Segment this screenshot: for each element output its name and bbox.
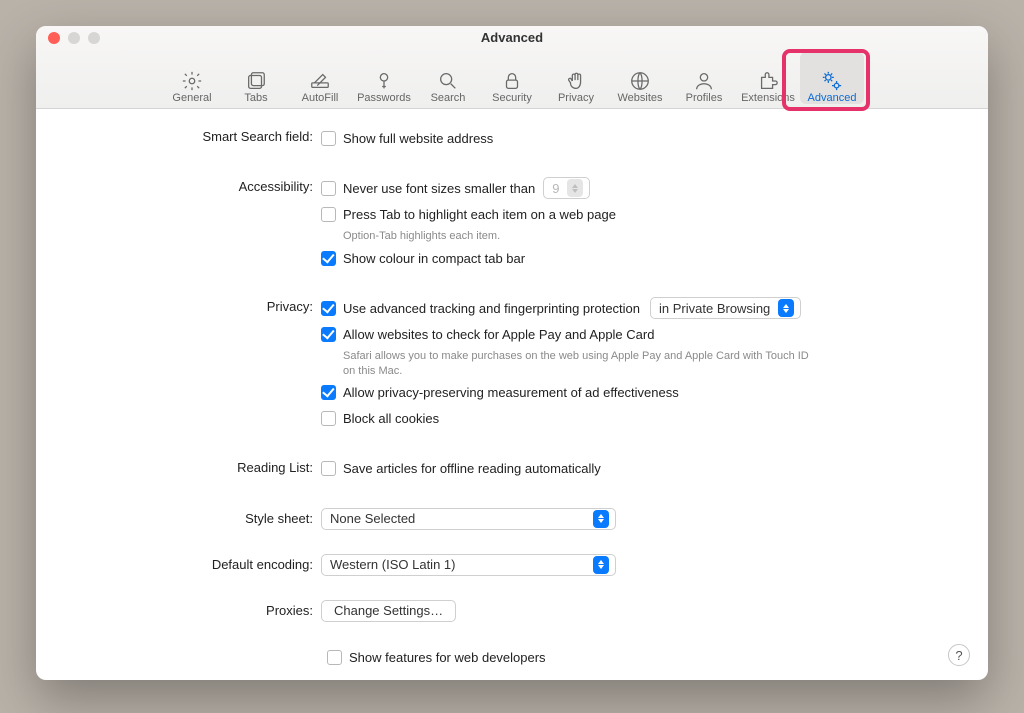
tab-security[interactable]: Security	[480, 52, 544, 104]
lock-icon	[501, 70, 523, 92]
proxies-button[interactable]: Change Settings…	[321, 600, 456, 622]
tab-privacy[interactable]: Privacy	[544, 52, 608, 104]
prefs-toolbar: General Tabs AutoFill Passwords Search S…	[36, 50, 988, 108]
globe-icon	[629, 70, 651, 92]
show-full-url-text: Show full website address	[343, 131, 493, 146]
window-header: Advanced General Tabs AutoFill Passwords	[36, 26, 988, 109]
min-font-select[interactable]: 9	[543, 177, 590, 199]
puzzle-icon	[757, 70, 779, 92]
press-tab-text: Press Tab to highlight each item on a we…	[343, 207, 616, 222]
chevron-updown-icon	[593, 510, 609, 528]
tab-websites[interactable]: Websites	[608, 52, 672, 104]
save-offline-text: Save articles for offline reading automa…	[343, 461, 601, 476]
stylesheet-label: Style sheet:	[66, 511, 321, 526]
window-title: Advanced	[36, 30, 988, 45]
tab-tabs[interactable]: Tabs	[224, 52, 288, 104]
apple-pay-checkbox[interactable]	[321, 327, 336, 342]
hand-icon	[565, 70, 587, 92]
accessibility-label: Accessibility:	[66, 177, 321, 194]
stylesheet-select[interactable]: None Selected	[321, 508, 616, 530]
measurement-checkbox[interactable]	[321, 385, 336, 400]
block-cookies-checkbox[interactable]	[321, 411, 336, 426]
measurement-text: Allow privacy-preserving measurement of …	[343, 385, 679, 400]
gears-icon	[821, 70, 843, 92]
privacy-label: Privacy:	[66, 297, 321, 314]
press-tab-hint: Option-Tab highlights each item.	[343, 229, 823, 243]
proxies-label: Proxies:	[66, 603, 321, 618]
tracking-scope-select[interactable]: in Private Browsing	[650, 297, 801, 319]
min-font-checkbox[interactable]	[321, 181, 336, 196]
smart-search-label: Smart Search field:	[66, 127, 321, 144]
chevron-updown-icon	[778, 299, 794, 317]
tab-advanced[interactable]: Advanced	[800, 52, 864, 104]
min-font-text: Never use font sizes smaller than	[343, 181, 535, 196]
preferences-window: Advanced General Tabs AutoFill Passwords	[36, 26, 988, 680]
press-tab-checkbox[interactable]	[321, 207, 336, 222]
chevron-updown-icon	[593, 556, 609, 574]
tracking-checkbox[interactable]	[321, 301, 336, 316]
help-button[interactable]: ?	[948, 644, 970, 666]
encoding-select[interactable]: Western (ISO Latin 1)	[321, 554, 616, 576]
pencil-icon	[309, 70, 331, 92]
tab-autofill[interactable]: AutoFill	[288, 52, 352, 104]
show-dev-features-checkbox[interactable]	[327, 650, 342, 665]
tabs-icon	[245, 70, 267, 92]
tab-passwords[interactable]: Passwords	[352, 52, 416, 104]
apple-pay-hint: Safari allows you to make purchases on t…	[343, 349, 823, 378]
tracking-text: Use advanced tracking and fingerprinting…	[343, 301, 640, 316]
person-icon	[693, 70, 715, 92]
encoding-label: Default encoding:	[66, 557, 321, 572]
content-area: Smart Search field: Show full website ad…	[36, 109, 988, 680]
search-icon	[437, 70, 459, 92]
reading-list-label: Reading List:	[66, 458, 321, 475]
chevron-updown-icon	[567, 179, 583, 197]
show-full-url-checkbox[interactable]	[321, 131, 336, 146]
show-colour-text: Show colour in compact tab bar	[343, 251, 525, 266]
show-dev-features-text: Show features for web developers	[349, 650, 546, 665]
tab-profiles[interactable]: Profiles	[672, 52, 736, 104]
tab-search[interactable]: Search	[416, 52, 480, 104]
gear-icon	[181, 70, 203, 92]
show-colour-checkbox[interactable]	[321, 251, 336, 266]
tab-general[interactable]: General	[160, 52, 224, 104]
block-cookies-text: Block all cookies	[343, 411, 439, 426]
titlebar: Advanced	[36, 26, 988, 50]
save-offline-checkbox[interactable]	[321, 461, 336, 476]
key-icon	[373, 70, 395, 92]
apple-pay-text: Allow websites to check for Apple Pay an…	[343, 327, 654, 342]
tab-extensions[interactable]: Extensions	[736, 52, 800, 104]
